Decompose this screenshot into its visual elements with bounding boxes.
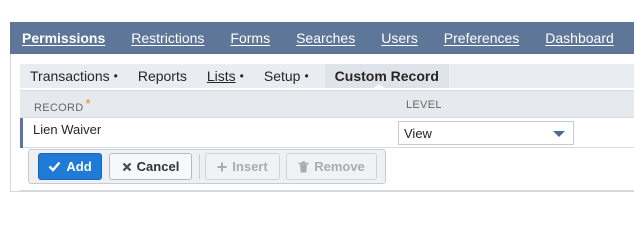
subtab-reports-label: Reports [137,68,187,84]
required-asterisk: * [85,96,91,111]
panel-bottom-border [20,190,634,191]
row-action-bar: Add Cancel Insert Remove [28,149,386,184]
level-select[interactable]: View [398,121,574,145]
plus-icon [217,162,227,171]
has-content-dot: • [304,69,309,83]
tab-dashboard[interactable]: Dashboard [545,30,614,46]
subtab-lists[interactable]: Lists • [207,68,244,84]
tab-users[interactable]: Users [381,30,418,46]
tab-searches[interactable]: Searches [296,30,355,46]
tab-restrictions[interactable]: Restrictions [131,30,204,46]
toolbar-separator [199,154,200,179]
custom-record-grid: RECORD * LEVEL Lien Waiver View [20,90,634,148]
current-row-marker [20,118,23,148]
tab-permissions[interactable]: Permissions [22,30,105,46]
cancel-button-label: Cancel [136,159,180,174]
add-button[interactable]: Add [38,153,102,180]
sub-tab-bar: Transactions • Reports Lists • Setup • C… [20,64,634,88]
tab-preferences[interactable]: Preferences [444,30,519,46]
subtab-transactions-label: Transactions [30,68,110,84]
column-header-record-label: RECORD [34,102,84,114]
subtab-lists-label: Lists [206,68,236,84]
add-button-label: Add [66,159,92,174]
subtab-custom-record-label: Custom Record [334,68,439,84]
chevron-down-icon[interactable] [553,131,565,137]
subtab-reports[interactable]: Reports [138,68,187,84]
table-row[interactable]: Lien Waiver View [20,118,634,148]
check-icon [49,161,61,172]
has-content-dot: • [239,69,244,83]
x-icon [122,162,131,171]
subtab-setup-label: Setup [263,68,301,84]
column-header-level: LEVEL [406,99,442,111]
insert-button[interactable]: Insert [205,153,280,180]
remove-button-label: Remove [314,159,365,174]
has-content-dot: • [113,69,118,83]
main-tab-bar: Permissions Restrictions Forms Searches … [10,22,634,54]
tab-forms[interactable]: Forms [230,30,270,46]
grid-header: RECORD * LEVEL [20,90,634,118]
remove-button[interactable]: Remove [286,153,377,180]
cancel-button[interactable]: Cancel [109,153,192,180]
subtab-transactions[interactable]: Transactions • [30,68,118,84]
insert-button-label: Insert [232,159,268,174]
level-select-value: View [404,126,432,141]
trash-icon [298,160,309,172]
column-header-record: RECORD * [34,96,91,114]
subtab-setup[interactable]: Setup • [264,68,309,84]
record-cell[interactable]: Lien Waiver [33,122,101,137]
